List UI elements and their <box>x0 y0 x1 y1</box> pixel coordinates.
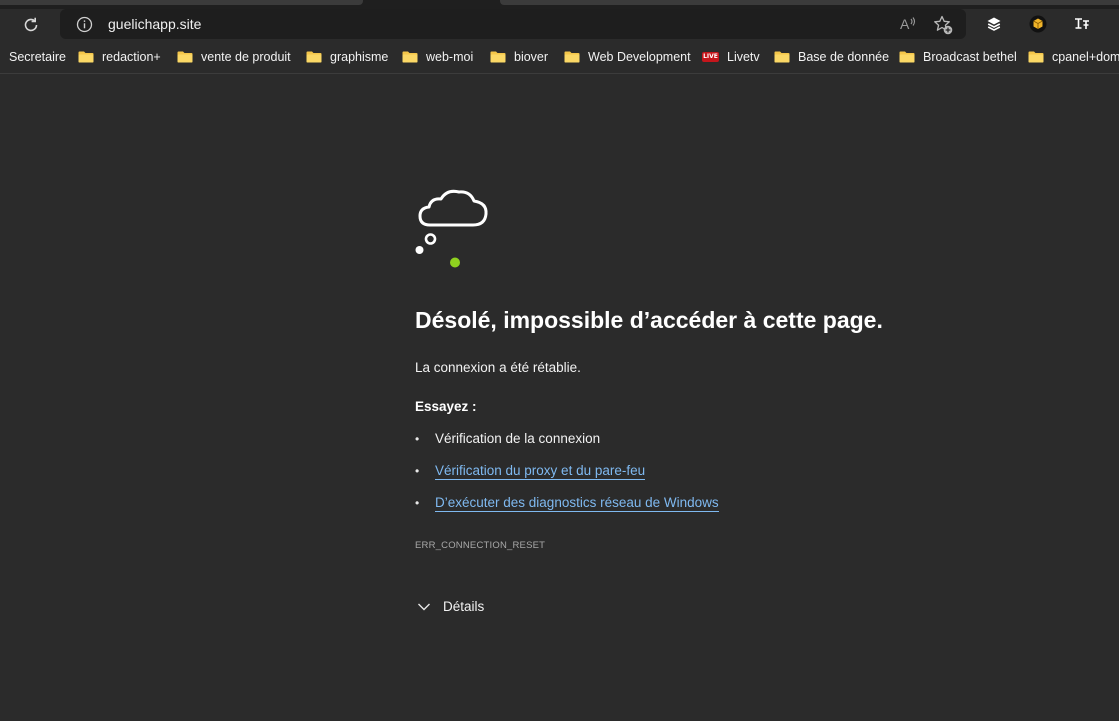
reload-button[interactable] <box>17 12 45 38</box>
browser-toolbar: guelichapp.site A <box>0 9 1119 40</box>
bookmark-livetv[interactable]: LIVE Livetv <box>702 48 760 66</box>
error-message: La connexion a été rétablie. <box>415 360 581 375</box>
chevron-down-icon <box>418 603 430 610</box>
bookmark-label: Livetv <box>727 50 760 64</box>
bookmark-label: Web Development <box>588 50 691 64</box>
thought-cloud-icon <box>415 189 488 268</box>
bookmark-label: graphisme <box>330 50 389 64</box>
proxy-firewall-link[interactable]: Vérification du proxy et du pare-feu <box>435 463 646 480</box>
star-plus-icon <box>934 15 953 35</box>
suggestion-text: Vérification de la connexion <box>435 431 601 446</box>
bookmark-label: Base de donnée <box>798 50 890 64</box>
tab-inactive-left[interactable] <box>0 0 363 5</box>
folder-icon <box>177 51 193 63</box>
folder-icon <box>306 51 322 63</box>
reload-icon <box>24 17 38 32</box>
bookmark-folder-cpanel-dom[interactable]: cpanel+dom <box>1028 48 1119 66</box>
bookmark-folder-biover[interactable]: biover <box>490 48 548 66</box>
layers-icon <box>987 17 1001 31</box>
folder-icon <box>564 51 580 63</box>
suggestion-check-proxy-firewall: Vérification du proxy et du pare-feu <box>415 463 719 495</box>
extension-button-cube[interactable] <box>1027 13 1049 35</box>
bookmarks-bar: Secretaire redaction+ vente de produit g… <box>0 40 1119 74</box>
extension-button-translate[interactable] <box>1071 13 1093 35</box>
address-bar[interactable]: guelichapp.site A <box>60 9 966 39</box>
details-label: Détails <box>443 599 485 614</box>
bookmark-folder-secretaire[interactable]: Secretaire <box>0 48 66 66</box>
collections-button[interactable] <box>983 13 1005 35</box>
folder-icon <box>1028 51 1044 63</box>
bookmark-folder-web-moi[interactable]: web-moi <box>402 48 473 66</box>
bookmark-label: web-moi <box>426 50 474 64</box>
bookmark-folder-graphisme[interactable]: graphisme <box>306 48 388 66</box>
folder-icon <box>774 51 790 63</box>
details-button[interactable]: Détails <box>417 599 484 614</box>
bookmark-label: Broadcast bethel <box>923 50 1017 64</box>
tab-strip <box>0 0 1119 9</box>
tab-inactive-right[interactable] <box>500 0 1119 5</box>
translate-extension-icon <box>1075 18 1089 29</box>
add-favorite-button[interactable] <box>932 14 954 36</box>
svg-text:A: A <box>900 16 910 32</box>
bookmark-label: redaction+ <box>102 50 161 64</box>
error-page: Désolé, impossible d’accéder à cette pag… <box>0 75 1119 721</box>
address-url[interactable]: guelichapp.site <box>108 16 201 32</box>
folder-icon <box>78 51 94 63</box>
suggestion-list: Vérification de la connexion Vérificatio… <box>415 431 719 527</box>
folder-icon <box>490 51 506 63</box>
folder-icon <box>899 51 915 63</box>
bookmark-label: cpanel+dom <box>1052 50 1119 64</box>
page-title: Désolé, impossible d’accéder à cette pag… <box>415 307 883 333</box>
network-diagnostics-link[interactable]: D’exécuter des diagnostics réseau de Win… <box>435 495 719 512</box>
bookmark-folder-broadcast-bethel[interactable]: Broadcast bethel <box>899 48 1017 66</box>
read-aloud-button[interactable]: A <box>898 14 918 34</box>
read-aloud-icon: A <box>900 16 916 32</box>
bookmark-folder-web-development[interactable]: Web Development <box>564 48 691 66</box>
bookmark-label: Secretaire <box>9 50 66 64</box>
bookmark-folder-base-de-donnee[interactable]: Base de donnée <box>774 48 889 66</box>
live-badge-icon: LIVE <box>702 52 719 62</box>
bookmark-folder-redaction[interactable]: redaction+ <box>78 48 161 66</box>
try-label: Essayez : <box>415 399 477 414</box>
error-code: ERR_CONNECTION_RESET <box>415 540 546 551</box>
cube-extension-icon <box>1029 15 1047 33</box>
suggestion-windows-diagnostics: D’exécuter des diagnostics réseau de Win… <box>415 495 719 527</box>
bookmark-label: vente de produit <box>201 50 291 64</box>
suggestion-check-connection: Vérification de la connexion <box>415 431 719 463</box>
bookmark-label: biover <box>514 50 549 64</box>
info-circle-icon[interactable] <box>76 16 93 33</box>
bookmark-folder-vente-de-produit[interactable]: vente de produit <box>177 48 291 66</box>
folder-icon <box>402 51 418 63</box>
